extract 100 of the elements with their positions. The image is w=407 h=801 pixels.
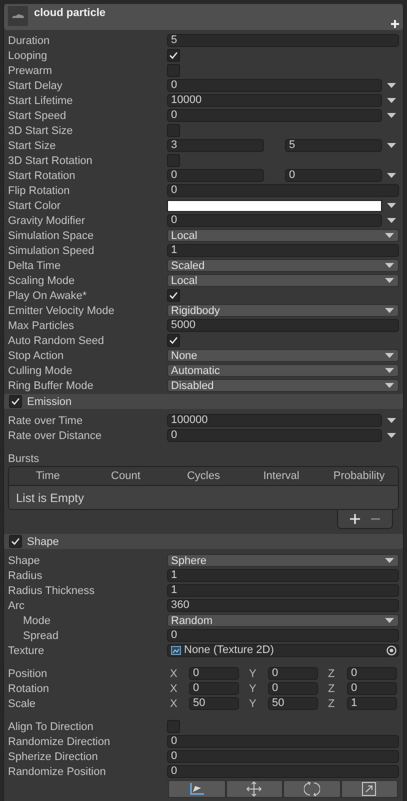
caret-icon	[387, 143, 396, 148]
dropdown[interactable]: None	[167, 349, 399, 362]
dropdown[interactable]: Random	[167, 614, 399, 627]
number-field[interactable]: 0	[167, 750, 399, 763]
field-label: Spread	[22, 630, 60, 642]
caret-icon	[387, 83, 396, 88]
number-field[interactable]: 3	[167, 139, 264, 152]
number-field[interactable]: 100000	[167, 414, 382, 427]
number-field[interactable]: 5000	[167, 319, 399, 332]
number-field[interactable]: 0	[167, 169, 264, 182]
caret-icon	[385, 263, 394, 268]
field-label: Duration	[8, 34, 51, 46]
field-label: Stop Action	[8, 350, 65, 362]
field-label: Simulation Speed	[8, 244, 96, 256]
section-label: Bursts	[8, 452, 40, 464]
checkbox[interactable]	[167, 124, 180, 137]
checkbox[interactable]	[167, 49, 180, 62]
checkbox[interactable]	[9, 535, 22, 548]
axis-label: Y	[248, 682, 258, 694]
dropdown[interactable]: Local	[167, 274, 399, 287]
field-label: Texture	[8, 644, 46, 656]
module-header[interactable]: Shape	[4, 534, 403, 549]
object-field[interactable]: None (Texture 2D)	[167, 644, 399, 657]
number-field[interactable]: 50	[268, 697, 318, 710]
field-label: Rate over Time	[8, 414, 84, 426]
dropdown[interactable]: Sphere	[167, 554, 399, 567]
number-field[interactable]: 0	[347, 667, 397, 680]
number-field[interactable]: 0	[285, 169, 382, 182]
number-field[interactable]: 5	[167, 34, 399, 47]
dropdown[interactable]: Disabled	[167, 379, 399, 392]
axis-label: Z	[327, 682, 336, 694]
number-field[interactable]: 0	[167, 429, 382, 442]
checkbox[interactable]	[167, 64, 180, 77]
field-label: Mode	[22, 614, 52, 626]
caret-icon	[385, 558, 394, 563]
field-label: Start Rotation	[8, 170, 76, 182]
number-field[interactable]: 1	[167, 569, 399, 582]
column-header: Time	[34, 470, 61, 482]
checkbox[interactable]	[167, 334, 180, 347]
field-label: Start Size	[8, 140, 57, 152]
field-label: Start Lifetime	[8, 94, 74, 106]
field-label: Shape	[8, 554, 41, 566]
number-field[interactable]: 1	[347, 697, 397, 710]
caret-icon	[385, 368, 394, 373]
rotate-icon	[304, 781, 320, 797]
rotate-button[interactable]	[283, 780, 340, 798]
number-field[interactable]: 0	[347, 682, 397, 695]
number-field[interactable]: 0	[167, 735, 399, 748]
cone-icon	[190, 783, 204, 795]
field-label: Start Speed	[8, 110, 68, 122]
field-label: Emitter Velocity Mode	[8, 304, 116, 316]
number-field[interactable]: 0	[189, 682, 239, 695]
add-button[interactable]	[350, 514, 360, 524]
module-title: Emission	[27, 396, 72, 408]
dropdown[interactable]: Automatic	[167, 364, 399, 377]
field-label: Ring Buffer Mode	[8, 380, 94, 392]
checkbox[interactable]	[167, 720, 180, 733]
number-field[interactable]: 0	[167, 214, 382, 227]
number-field[interactable]: 0	[167, 184, 399, 197]
number-field[interactable]: 0	[167, 629, 399, 642]
checkbox[interactable]	[167, 289, 180, 302]
dropdown[interactable]: Scaled	[167, 259, 399, 272]
number-field[interactable]: 0	[268, 682, 318, 695]
number-field[interactable]: 5	[285, 139, 382, 152]
number-field[interactable]: 0	[167, 765, 399, 778]
checkbox[interactable]	[9, 395, 22, 408]
field-label: Flip Rotation	[8, 184, 71, 196]
number-field[interactable]: 1	[167, 584, 399, 597]
number-field[interactable]: 0	[268, 667, 318, 680]
number-field[interactable]: 1	[167, 244, 399, 257]
module-header[interactable]: Emission	[4, 394, 403, 409]
number-field[interactable]: 0	[167, 109, 382, 122]
caret-icon	[387, 98, 396, 103]
number-field[interactable]: 50	[189, 697, 239, 710]
color-field[interactable]	[167, 200, 382, 212]
number-field[interactable]: 0	[189, 667, 239, 680]
field-label: Radius	[8, 570, 44, 582]
edit-shape-button[interactable]	[168, 780, 226, 798]
field-label: Rotation	[8, 682, 50, 694]
dropdown[interactable]: Rigidbody	[167, 304, 399, 317]
axis-label: X	[169, 698, 178, 710]
number-field[interactable]: 0	[167, 79, 382, 92]
image-icon	[171, 646, 181, 655]
axis-label: Y	[248, 698, 258, 710]
column-header: Cycles	[186, 470, 221, 482]
number-field[interactable]: 10000	[167, 94, 382, 107]
dropdown[interactable]: Local	[167, 229, 399, 242]
axis-label: X	[169, 682, 178, 694]
field-label: Start Delay	[8, 80, 64, 92]
move-button[interactable]	[226, 780, 283, 798]
field-label: Culling Mode	[8, 364, 74, 376]
caret-icon	[385, 618, 394, 623]
field-label: Play On Awake*	[8, 290, 88, 302]
checkbox[interactable]	[167, 154, 180, 167]
field-label: Gravity Modifier	[8, 214, 86, 226]
scale-button[interactable]	[340, 780, 398, 798]
target-icon[interactable]	[386, 645, 397, 656]
field-label: Delta Time	[8, 260, 62, 272]
number-field[interactable]: 360	[167, 599, 399, 612]
plus-icon[interactable]	[391, 20, 399, 28]
